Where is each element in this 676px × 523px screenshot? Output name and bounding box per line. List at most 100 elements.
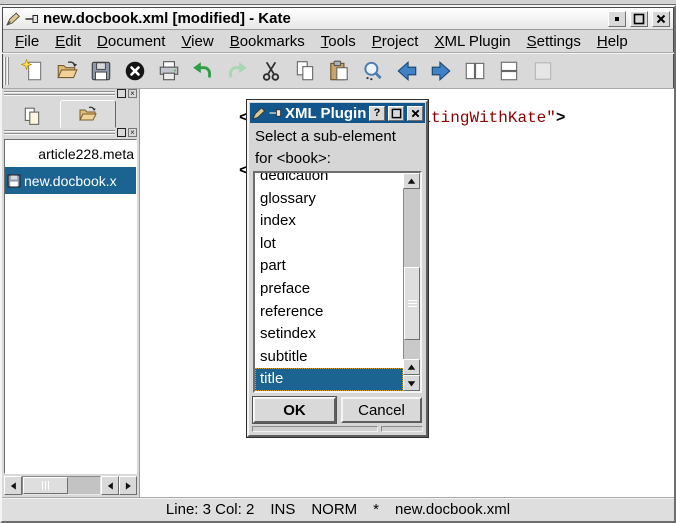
copy-button[interactable] [290, 56, 320, 86]
dock-float-button[interactable] [117, 89, 126, 98]
vscroll-track[interactable] [403, 189, 420, 359]
cut-icon [259, 59, 283, 83]
element-listbox: dedicationglossaryindexlotpartprefaceref… [253, 171, 422, 393]
dialog-status-strip [249, 426, 426, 435]
print-button[interactable] [154, 56, 184, 86]
paste-icon [327, 59, 351, 83]
titlebar[interactable]: new.docbook.xml [modified] - Kate [3, 8, 673, 30]
menu-help[interactable]: Help [590, 32, 635, 51]
pin-icon[interactable] [25, 14, 39, 24]
list-item-dedication[interactable]: dedication [255, 173, 403, 188]
dock-grip-inner[interactable]: × [2, 128, 139, 137]
new-document-button[interactable] [18, 56, 48, 86]
ok-button[interactable]: OK [253, 397, 336, 423]
find-button[interactable] [358, 56, 388, 86]
hscroll-thumb[interactable] [23, 477, 68, 494]
list-item-glossary[interactable]: glossary [255, 188, 403, 211]
maximize-button[interactable] [630, 11, 648, 27]
close-view-icon [531, 59, 555, 83]
redo-button[interactable] [222, 56, 252, 86]
dock-grip-top[interactable]: × [2, 89, 139, 98]
paste-button[interactable] [324, 56, 354, 86]
hscroll-track[interactable] [22, 476, 101, 495]
close-document-button[interactable] [120, 56, 150, 86]
strip-segment [252, 426, 378, 432]
dialog-vscrollbar [403, 173, 420, 391]
dock-grip-lines [4, 130, 115, 135]
scroll-up-button-2[interactable] [403, 359, 420, 375]
scroll-left-button[interactable] [4, 476, 22, 495]
scroll-left-button-2[interactable] [101, 476, 119, 495]
dialog-prompt: Select a sub-element for <book>: [249, 124, 426, 171]
undo-button[interactable] [188, 56, 218, 86]
forward-button[interactable] [426, 56, 456, 86]
list-item-title[interactable]: title [255, 368, 403, 391]
arrow-up-icon [406, 177, 417, 186]
close-view-button[interactable] [528, 56, 558, 86]
file-row-article228[interactable]: article228.meta [5, 140, 136, 167]
scroll-down-button[interactable] [403, 375, 420, 391]
status-modified-flag: * [373, 501, 379, 518]
list-item-index[interactable]: index [255, 210, 403, 233]
pin-icon[interactable] [269, 108, 282, 118]
file-label: new.docbook.x [24, 173, 117, 189]
split-vertical-button[interactable] [460, 56, 490, 86]
xml-tag-close-bracket: > [556, 109, 566, 127]
save-button[interactable] [86, 56, 116, 86]
dialog-prompt-line-1: Select a sub-element [255, 126, 420, 148]
documents-icon [22, 106, 42, 126]
open-button[interactable] [52, 56, 82, 86]
dialog-help-button[interactable]: ? [369, 106, 385, 121]
sidebar: × × article228.meta ne [2, 89, 140, 497]
background-window-title: Shell No. 2 - Konsole [92, 0, 231, 3]
open-folder-icon [55, 59, 79, 83]
cancel-button[interactable]: Cancel [341, 397, 422, 423]
arrow-right-icon [123, 481, 133, 491]
toolbar-handle[interactable] [4, 57, 10, 85]
menu-document[interactable]: Document [90, 32, 172, 51]
sidebar-hscrollbar [4, 476, 137, 495]
arrow-left-icon [105, 481, 115, 491]
file-list: article228.meta new.docbook.x [4, 139, 137, 474]
menu-project[interactable]: Project [365, 32, 426, 51]
status-bar: Line: 3 Col: 2 INS NORM * new.docbook.xm… [2, 497, 674, 521]
dock-close-button[interactable]: × [128, 128, 137, 137]
back-button[interactable] [392, 56, 422, 86]
close-button[interactable] [652, 11, 670, 27]
dialog-maximize-button[interactable] [388, 106, 404, 121]
vscroll-thumb[interactable] [404, 267, 420, 340]
minimize-button[interactable] [608, 11, 626, 27]
menu-bookmarks[interactable]: Bookmarks [223, 32, 312, 51]
list-item-preface[interactable]: preface [255, 278, 403, 301]
forward-icon [429, 59, 453, 83]
menu-file[interactable]: File [8, 32, 46, 51]
cut-button[interactable] [256, 56, 286, 86]
scroll-up-button[interactable] [403, 173, 420, 189]
dock-float-button[interactable] [117, 128, 126, 137]
menu-view[interactable]: View [174, 32, 220, 51]
new-document-icon [21, 59, 45, 83]
dialog-titlebar[interactable]: XML Plugin ? [250, 103, 425, 123]
menu-xml-plugin[interactable]: XML Plugin [427, 32, 517, 51]
menu-settings[interactable]: Settings [520, 32, 588, 51]
list-item-setindex[interactable]: setindex [255, 323, 403, 346]
screen: Shell No. 2 - Konsole new.docbook.xml [m… [0, 0, 676, 523]
menu-bar: File Edit Document View Bookmarks Tools … [2, 31, 674, 53]
toolbar [2, 53, 674, 89]
menu-edit[interactable]: Edit [48, 32, 88, 51]
tab-document-list[interactable] [6, 104, 58, 128]
menu-tools[interactable]: Tools [314, 32, 363, 51]
save-icon [89, 59, 113, 83]
dialog-close-button[interactable] [407, 106, 423, 121]
tab-file-selector[interactable] [60, 100, 116, 128]
kate-pen-icon [252, 107, 266, 120]
scroll-right-button[interactable] [119, 476, 137, 495]
list-item-reference[interactable]: reference [255, 301, 403, 324]
file-row-new-docbook[interactable]: new.docbook.x [5, 167, 136, 194]
list-item-part[interactable]: part [255, 255, 403, 278]
list-item-subtitle[interactable]: subtitle [255, 346, 403, 369]
split-horizontal-icon [497, 59, 521, 83]
dock-close-button[interactable]: × [128, 89, 137, 98]
split-horizontal-button[interactable] [494, 56, 524, 86]
list-item-lot[interactable]: lot [255, 233, 403, 256]
